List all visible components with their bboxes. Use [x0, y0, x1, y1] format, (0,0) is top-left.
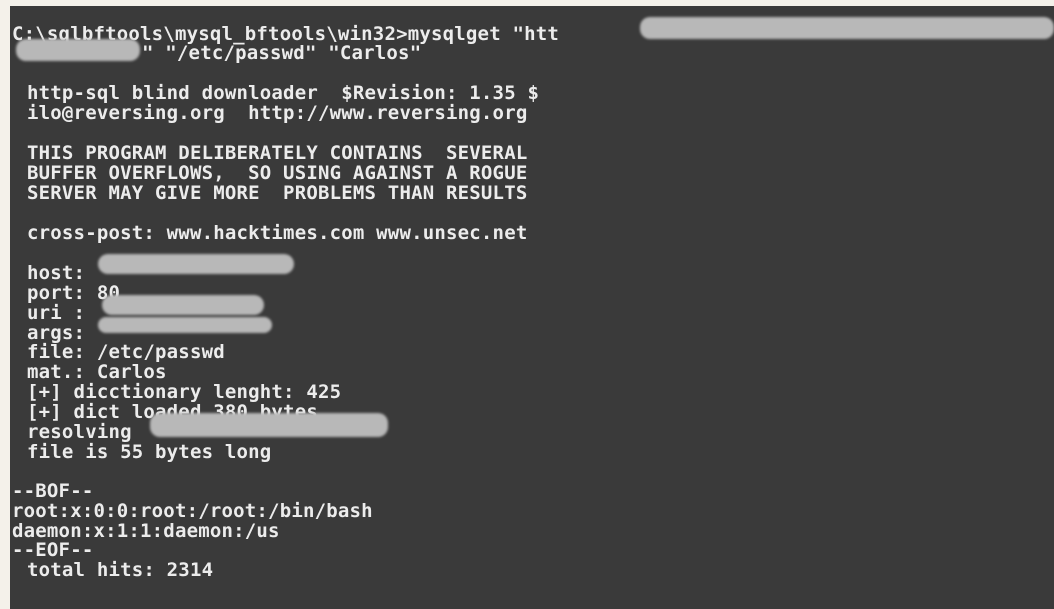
total-hits-line: total hits: 2314 — [27, 559, 214, 581]
banner-title: http-sql blind downloader $Revision: 1.3… — [27, 82, 540, 104]
output-line-1: root:x:0:0:root:/root:/bin/bash — [12, 500, 373, 522]
dict-length-line: [+] dicctionary lenght: 425 — [27, 381, 342, 403]
host-label: host: — [27, 262, 86, 284]
warning-line-2: BUFFER OVERFLOWS, SO USING AGAINST A ROG… — [27, 162, 528, 184]
uri-label: uri : — [27, 302, 86, 324]
resolving-label: resolving — [27, 421, 132, 443]
redacted-url-end — [640, 17, 1054, 39]
warning-line-1: THIS PROGRAM DELIBERATELY CONTAINS SEVER… — [27, 142, 528, 164]
file-size-line: file is 55 bytes long — [27, 441, 272, 463]
redacted-host — [98, 254, 294, 274]
redacted-args — [98, 317, 272, 333]
bof-marker: --BOF-- — [12, 480, 94, 502]
banner-contact: ilo@reversing.org http://www.reversing.o… — [27, 102, 528, 124]
warning-line-3: SERVER MAY GIVE MORE PROBLEMS THAN RESUL… — [27, 182, 528, 204]
args-label: args: — [27, 322, 86, 344]
crosspost-line: cross-post: www.hacktimes.com www.unsec.… — [27, 222, 528, 244]
output-line-2: daemon:x:1:1:daemon:/us — [12, 520, 280, 542]
redacted-uri — [102, 295, 264, 315]
redacted-resolved-host — [150, 413, 388, 437]
mat-line: mat.: Carlos — [27, 361, 167, 383]
redacted-url-start — [16, 39, 140, 61]
file-line: file: /etc/passwd — [27, 341, 225, 363]
terminal-window[interactable]: C:\sqlbftools\mysql_bftools\win32>mysqlg… — [10, 6, 1054, 609]
eof-marker: --EOF-- — [12, 539, 94, 561]
command-line-2: " "/etc/passwd" "Carlos" — [142, 42, 422, 64]
